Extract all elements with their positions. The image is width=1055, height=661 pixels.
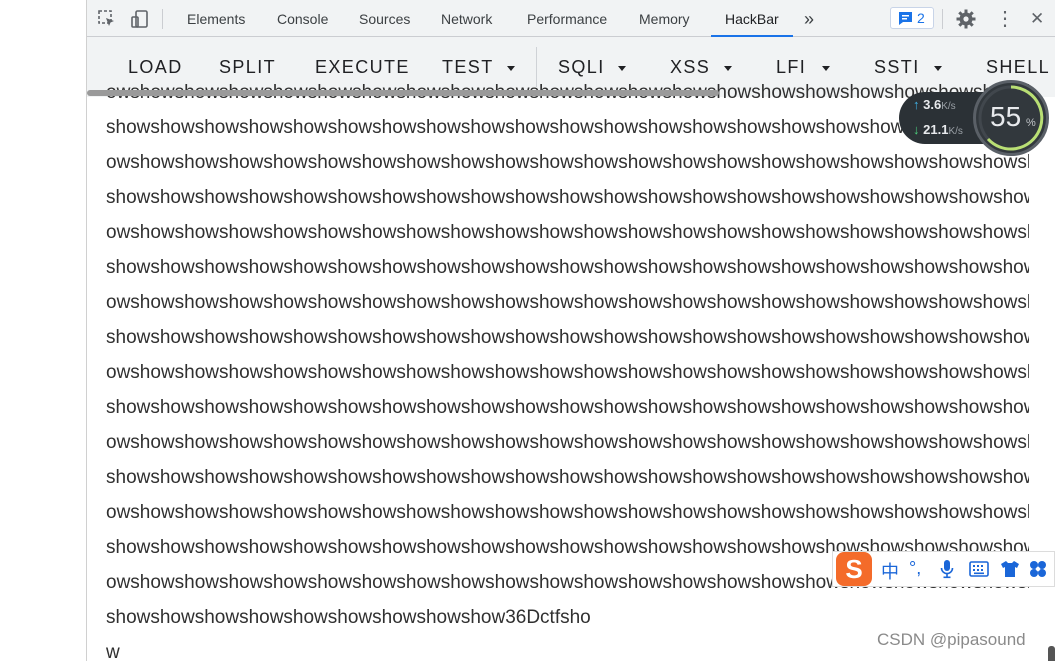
page-scrollbar[interactable]	[1048, 646, 1055, 661]
xss-dropdown-icon[interactable]	[724, 66, 732, 71]
close-devtools-icon[interactable]: ✕	[1030, 0, 1044, 36]
content-text-line: owshowshowshowshowshowshowshowshowshowsh…	[106, 152, 1029, 173]
watermark-text: CSDN @pipasound	[877, 630, 1026, 649]
customize-menu-icon[interactable]: ⋮	[995, 0, 1015, 36]
toolbar-divider	[942, 9, 943, 29]
devtools-panel-border	[86, 0, 87, 661]
content-text-line: showshowshowshowshowshowshowshowshowshow…	[106, 467, 1029, 488]
ime-punctuation-toggle[interactable]: °,	[909, 558, 921, 579]
upload-rate: ↑ 3.6K/s	[913, 97, 956, 112]
sqli-dropdown-icon[interactable]	[618, 66, 626, 71]
content-text-line: owshowshowshowshowshowshowshowshowshowsh…	[106, 362, 1029, 383]
settings-gear-icon[interactable]	[956, 9, 976, 29]
issues-badge[interactable]: 2	[890, 7, 934, 29]
more-tabs-icon[interactable]: »	[804, 0, 814, 36]
gauge-percent: 55	[990, 101, 1022, 132]
content-text-line: showshowshowshowshowshowshowshowshowshow…	[106, 327, 1029, 348]
content-text-line: showshowshowshowshowshowshowshowshowshow…	[106, 257, 1029, 278]
tab-hackbar[interactable]: HackBar	[711, 0, 793, 37]
download-rate: ↓ 21.1K/s	[913, 122, 963, 137]
content-text-line: owshowshowshowshowshowshowshowshowshowsh…	[106, 222, 1029, 243]
ime-toolbar[interactable]: S 中 °,	[832, 551, 1055, 587]
tab-network[interactable]: Network	[441, 0, 492, 36]
hackbar-scrollbar[interactable]	[87, 90, 719, 96]
tab-sources[interactable]: Sources	[359, 0, 410, 36]
download-arrow-icon: ↓	[913, 122, 920, 137]
test-dropdown-icon[interactable]	[507, 66, 515, 71]
cpu-gauge[interactable]: 55 %	[973, 80, 1049, 156]
content-text-line: owshowshowshowshowshowshowshowshowshowsh…	[106, 502, 1029, 523]
toolbox-icon[interactable]	[1029, 560, 1047, 583]
ime-logo-icon[interactable]: S	[836, 552, 872, 586]
content-text-line: showshowshowshowshowshowshowshowshowshow…	[106, 117, 1029, 138]
tab-memory[interactable]: Memory	[639, 0, 690, 36]
microphone-icon[interactable]	[940, 559, 954, 584]
gauge-percent-unit: %	[1026, 117, 1036, 129]
issues-count: 2	[917, 10, 925, 26]
ime-mode-toggle[interactable]: 中	[881, 558, 899, 584]
toolbar-divider	[162, 9, 163, 29]
content-text-line: showshowshowshowshowshowshowshowshowshow…	[106, 187, 1029, 208]
inspect-element-icon[interactable]	[97, 9, 117, 29]
content-text-line: showshowshowshowshowshowshowshowshowshow…	[106, 397, 1029, 418]
devtools-toolbar: Elements Console Sources Network Perform…	[87, 0, 1055, 37]
ssti-dropdown-icon[interactable]	[934, 66, 942, 71]
content-text-line: owshowshowshowshowshowshowshowshowshowsh…	[106, 292, 1029, 313]
page-left-area	[0, 0, 86, 661]
tab-elements[interactable]: Elements	[187, 0, 245, 36]
keyboard-icon[interactable]	[969, 561, 989, 582]
skin-shirt-icon[interactable]	[1000, 560, 1020, 583]
content-text-line: owshowshowshowshowshowshowshowshowshowsh…	[106, 432, 1029, 453]
device-toolbar-icon[interactable]	[130, 9, 150, 29]
lfi-dropdown-icon[interactable]	[822, 66, 830, 71]
upload-arrow-icon: ↑	[913, 97, 920, 112]
tab-performance[interactable]: Performance	[527, 0, 607, 36]
issues-icon	[899, 12, 912, 25]
tab-console[interactable]: Console	[277, 0, 328, 36]
